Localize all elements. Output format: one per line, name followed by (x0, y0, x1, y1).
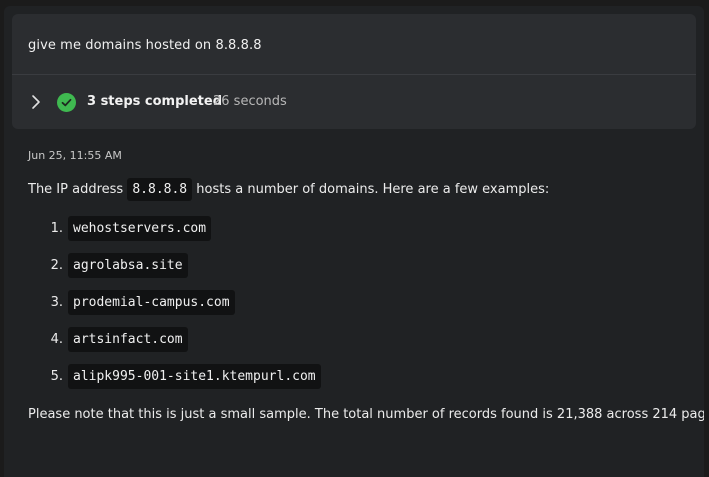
domain-code: prodemial-campus.com (68, 290, 235, 315)
domain-code: agrolabsa.site (68, 253, 188, 278)
response-footnote: Please note that this is just a small sa… (28, 407, 704, 422)
list-item-number: 5. (50, 369, 63, 384)
domain-code: alipk995-001-site1.ktempurl.com (68, 364, 321, 389)
check-circle-icon (57, 93, 76, 112)
list-item: 4. artsinfact.com (28, 327, 698, 364)
list-item: 5. alipk995-001-site1.ktempurl.com (28, 364, 698, 401)
domain-code: artsinfact.com (68, 327, 188, 352)
steps-completed-label: 3 steps completed (87, 94, 223, 109)
list-item-number: 1. (50, 221, 63, 236)
list-item: 3. prodemial-campus.com (28, 290, 698, 327)
chevron-right-icon[interactable] (29, 94, 43, 110)
ip-address-code: 8.8.8.8 (127, 178, 193, 201)
intro-text-before: The IP address (28, 182, 124, 197)
list-item: 1. wehostservers.com (28, 216, 698, 253)
domain-list: 1. wehostservers.com 2. agrolabsa.site 3… (28, 216, 698, 401)
chat-window: give me domains hosted on 8.8.8.8 3 step… (4, 6, 704, 477)
user-prompt: give me domains hosted on 8.8.8.8 (28, 38, 262, 53)
steps-summary-row[interactable]: 3 steps completed 26 seconds (12, 75, 696, 129)
list-item-number: 3. (50, 295, 63, 310)
message-timestamp: Jun 25, 11:55 AM (28, 149, 122, 162)
intro-text-after: hosts a number of domains. Here are a fe… (196, 182, 550, 197)
list-item: 2. agrolabsa.site (28, 253, 698, 290)
response-intro: The IP address 8.8.8.8 hosts a number of… (28, 178, 698, 202)
list-item-number: 4. (50, 332, 63, 347)
list-item-number: 2. (50, 258, 63, 273)
steps-duration: 26 seconds (213, 94, 287, 109)
prompt-card: give me domains hosted on 8.8.8.8 3 step… (12, 14, 696, 129)
assistant-response: The IP address 8.8.8.8 hosts a number of… (28, 178, 704, 425)
domain-code: wehostservers.com (68, 216, 212, 241)
